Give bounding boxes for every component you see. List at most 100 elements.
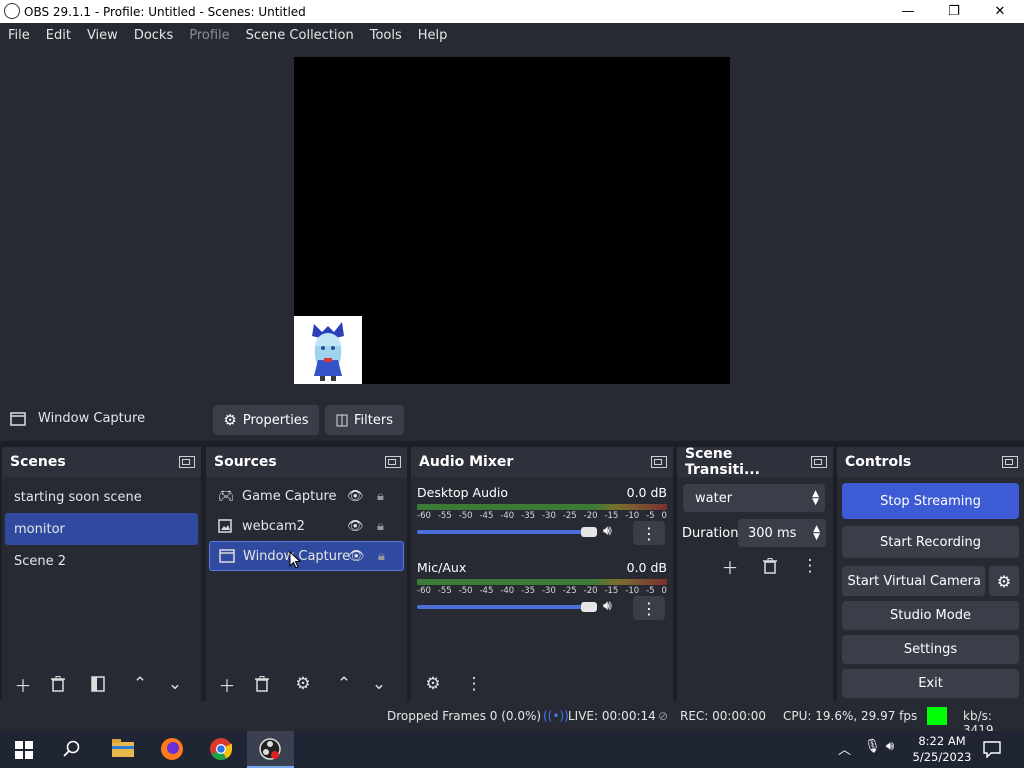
audio-channel-mic: Mic/Aux 0.0 dB -60 -55 -50 -45 -40 -35 -30 -25-… [417, 560, 667, 620]
kebab-menu-icon: ⋮ [641, 598, 657, 618]
undock-icon[interactable] [811, 456, 827, 468]
search-icon[interactable] [63, 740, 81, 758]
transition-select[interactable]: water ▲ ▼ [683, 484, 825, 512]
plus-icon: ＋ [14, 676, 32, 697]
source-move-up-button[interactable]: ⌃ [326, 669, 362, 699]
updown-icon[interactable]: ▲ ▼ [813, 525, 820, 542]
file-explorer-icon[interactable] [112, 739, 134, 758]
menu-tools[interactable]: Tools [362, 28, 410, 43]
remove-transition-button[interactable] [752, 551, 788, 581]
audio-mixer-header: Audio Mixer [411, 447, 673, 477]
start-recording-button[interactable]: Start Recording [842, 526, 1019, 558]
sources-header: Sources [206, 447, 407, 477]
controls-dock: Controls Stop Streaming Start Recording … [837, 447, 1024, 701]
remove-source-button[interactable] [244, 669, 280, 699]
properties-label: Properties [242, 412, 309, 428]
scene-item[interactable]: Scene 2 [5, 545, 198, 577]
menu-help[interactable]: Help [410, 28, 456, 43]
channel-menu-button[interactable]: ⋮ [633, 521, 665, 545]
settings-button[interactable]: Settings [842, 635, 1019, 664]
rec-time: REC: 00:00:00 [680, 709, 767, 723]
lock-icon[interactable]: 🔒︎ [378, 549, 385, 564]
studio-mode-button[interactable]: Studio Mode [842, 601, 1019, 630]
minimize-button[interactable]: — [885, 0, 931, 23]
microphone-icon[interactable]: 🎙︎ [864, 739, 881, 754]
volume-meter [417, 579, 667, 585]
volume-icon[interactable]: 🔊︎ [886, 739, 894, 754]
clock-date: 5/25/2023 [912, 750, 972, 764]
undock-icon[interactable] [1002, 456, 1018, 468]
chevron-down-icon: ⌄ [371, 674, 387, 694]
menu-scene-collection[interactable]: Scene Collection [238, 28, 362, 43]
eye-icon[interactable]: 👁 [347, 489, 364, 504]
virtual-camera-settings-button[interactable]: ⚙ [989, 566, 1019, 596]
filters-button[interactable]: Filters [325, 405, 404, 435]
undock-icon[interactable] [385, 456, 401, 468]
filters-label: Filters [354, 412, 393, 428]
speaker-icon[interactable]: 🔊︎ [603, 523, 612, 539]
audio-channel-desktop: Desktop Audio 0.0 dB -60 -55 -50 -45 -40 -35-… [417, 485, 667, 545]
close-button[interactable]: ✕ [977, 0, 1023, 23]
audio-mixer-menu-button[interactable]: ⋮ [456, 669, 492, 699]
webcam-source-preview[interactable] [294, 316, 362, 384]
volume-slider-handle[interactable] [581, 527, 597, 537]
source-item[interactable]: webcam2 👁 🔒︎ [209, 511, 404, 541]
controls-title: Controls [845, 454, 912, 470]
duration-spinbox[interactable]: 300 ms ▲ ▼ [738, 519, 826, 547]
gamepad-icon: 🎮︎ [218, 488, 235, 504]
obs-taskbar-button[interactable] [247, 731, 294, 768]
remove-scene-button[interactable] [40, 669, 76, 699]
source-name: Game Capture [242, 488, 337, 504]
notifications-icon[interactable] [983, 741, 1001, 758]
source-item-selected[interactable]: Window Capture 👁 🔒︎ [209, 541, 404, 571]
audio-settings-button[interactable]: ⚙ [415, 669, 451, 699]
scene-move-up-button[interactable]: ⌃ [122, 669, 158, 699]
eye-icon[interactable]: 👁 [347, 519, 364, 534]
start-virtual-camera-button[interactable]: Start Virtual Camera [842, 566, 985, 596]
lock-icon[interactable]: 🔒︎ [377, 489, 384, 504]
scene-item[interactable]: starting soon scene [5, 481, 198, 513]
trash-icon [255, 676, 269, 692]
exit-button[interactable]: Exit [842, 669, 1019, 698]
clock[interactable]: 8:22 AM 5/25/2023 [912, 733, 972, 765]
menu-edit[interactable]: Edit [38, 28, 79, 43]
source-properties-button[interactable]: ⚙ [285, 669, 321, 699]
firefox-icon[interactable] [160, 737, 184, 761]
volume-slider[interactable] [417, 602, 597, 612]
add-transition-button[interactable]: ＋ [712, 551, 748, 581]
current-source-name: Window Capture [38, 411, 146, 426]
windows-start-icon[interactable] [15, 741, 33, 759]
scene-move-down-button[interactable]: ⌄ [157, 669, 193, 699]
add-source-button[interactable]: ＋ [209, 669, 245, 699]
stop-streaming-button[interactable]: Stop Streaming [842, 483, 1019, 519]
live-broadcast-icon: ((•)) [543, 709, 569, 723]
audio-mixer-title: Audio Mixer [419, 454, 514, 470]
volume-slider[interactable] [417, 527, 597, 537]
properties-button[interactable]: ⚙ Properties [213, 405, 319, 435]
image-icon [218, 519, 232, 533]
live-time: LIVE: 00:00:14 [568, 709, 656, 723]
maximize-button[interactable]: ❐ [931, 0, 977, 23]
menu-file[interactable]: File [0, 28, 38, 43]
transition-menu-button[interactable]: ⋮ [792, 551, 828, 581]
eye-icon[interactable]: 👁 [348, 549, 365, 564]
lock-icon[interactable]: 🔒︎ [377, 519, 384, 534]
source-move-down-button[interactable]: ⌄ [361, 669, 397, 699]
volume-slider-handle[interactable] [581, 602, 597, 612]
chrome-icon[interactable] [209, 737, 233, 761]
scene-item-selected[interactable]: monitor [5, 513, 198, 545]
channel-name: Desktop Audio [417, 485, 509, 500]
window-icon [219, 549, 235, 563]
add-scene-button[interactable]: ＋ [5, 669, 41, 699]
undock-icon[interactable] [179, 456, 195, 468]
menu-profile[interactable]: Profile [181, 28, 237, 43]
source-item[interactable]: 🎮︎ Game Capture 👁 🔒︎ [209, 481, 404, 511]
scene-filters-button[interactable] [80, 669, 116, 699]
menu-docks[interactable]: Docks [126, 28, 181, 43]
menu-view[interactable]: View [79, 28, 126, 43]
undock-icon[interactable] [651, 456, 667, 468]
meter-ticks: -60 -55 -50 -45 -40 -35 -30 -25 -20 -15 -10 -5 0 [417, 586, 667, 596]
channel-menu-button[interactable]: ⋮ [633, 596, 665, 620]
tray-expand-icon[interactable]: ︿ [838, 739, 851, 758]
speaker-icon[interactable]: 🔊︎ [603, 598, 612, 614]
